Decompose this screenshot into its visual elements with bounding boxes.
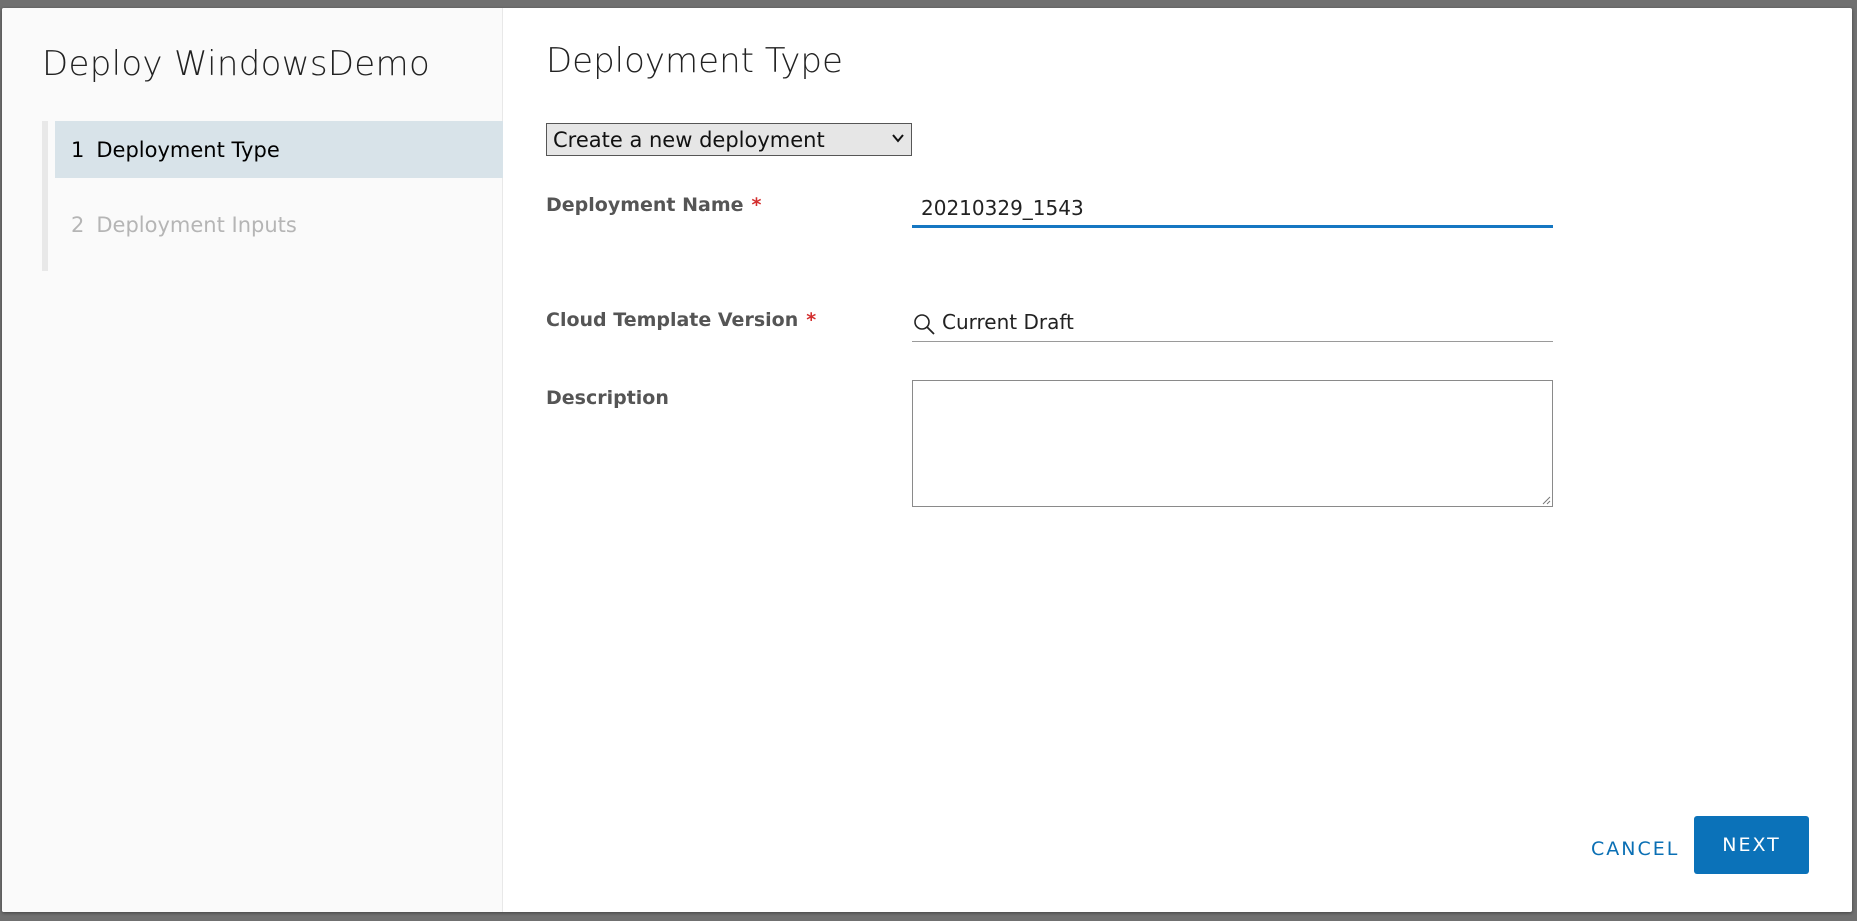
- step-number: 2: [71, 212, 85, 237]
- step-number: 1: [71, 137, 85, 162]
- resize-handle-icon[interactable]: [1541, 495, 1551, 505]
- wizard-sidebar: Deploy WindowsDemo 1 Deployment Type 2 D…: [2, 8, 503, 912]
- step-label: Deployment Inputs: [96, 212, 297, 237]
- label-text: Deployment Name: [546, 194, 744, 216]
- required-asterisk: *: [751, 194, 762, 216]
- deployment-mode-select[interactable]: Create a new deployment: [546, 123, 912, 156]
- next-button[interactable]: NEXT: [1694, 816, 1809, 874]
- label-text: Cloud Template Version: [546, 309, 799, 331]
- dialog-title: Deploy WindowsDemo: [42, 44, 431, 84]
- deployment-name-input[interactable]: 20210329_1543: [912, 194, 1553, 228]
- select-value: Create a new deployment: [553, 127, 825, 152]
- search-icon: [914, 314, 935, 335]
- description-label: Description: [546, 387, 669, 409]
- cloud-template-version-label: Cloud Template Version *: [546, 309, 816, 331]
- step-label: Deployment Type: [96, 137, 280, 162]
- version-value: Current Draft: [942, 310, 1074, 334]
- chevron-down-icon: [892, 134, 904, 143]
- wizard-content: Deployment Type Create a new deployment …: [503, 8, 1852, 912]
- cancel-button[interactable]: CANCEL: [1569, 820, 1701, 878]
- required-asterisk: *: [806, 309, 817, 331]
- deployment-name-label: Deployment Name *: [546, 194, 761, 216]
- wizard-steps: 1 Deployment Type 2 Deployment Inputs: [42, 121, 503, 271]
- wizard-step-deployment-inputs[interactable]: 2 Deployment Inputs: [55, 196, 503, 253]
- page-title: Deployment Type: [546, 41, 843, 81]
- description-textarea[interactable]: [912, 380, 1553, 507]
- deploy-wizard-dialog: Deploy WindowsDemo 1 Deployment Type 2 D…: [2, 8, 1852, 912]
- cloud-template-version-combobox[interactable]: Current Draft: [912, 310, 1553, 342]
- wizard-step-deployment-type[interactable]: 1 Deployment Type: [55, 121, 503, 178]
